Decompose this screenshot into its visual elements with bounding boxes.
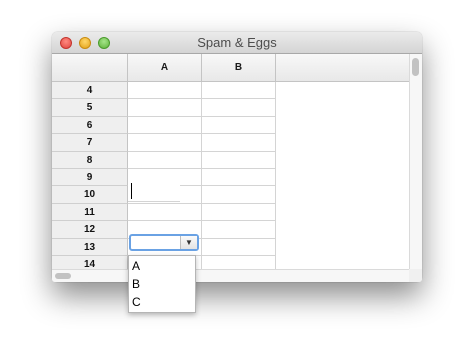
popup-option-b[interactable]: B (129, 275, 195, 293)
title-bar[interactable]: Spam & Eggs (52, 32, 422, 54)
horizontal-scroll-thumb[interactable] (55, 273, 71, 279)
row-header-13[interactable]: 13 (52, 238, 128, 256)
cell-b10[interactable] (202, 186, 276, 204)
combo-popup-list: A B C (128, 255, 196, 313)
cell-a7[interactable] (128, 134, 202, 152)
popup-option-c[interactable]: C (129, 293, 195, 311)
text-caret (131, 183, 132, 199)
window-title: Spam & Eggs (197, 35, 277, 50)
row-header-9[interactable]: 9 (52, 169, 128, 187)
vertical-scrollbar[interactable] (409, 54, 422, 269)
cell-b12[interactable] (202, 221, 276, 239)
cell-b8[interactable] (202, 151, 276, 169)
cell-combo-box[interactable]: ▼ (129, 234, 199, 251)
cell-b13[interactable] (202, 238, 276, 256)
cell-a8[interactable] (128, 151, 202, 169)
cell-a5[interactable] (128, 99, 202, 117)
popup-option-a[interactable]: A (129, 257, 195, 275)
row-header-8[interactable]: 8 (52, 151, 128, 169)
app-window: Spam & Eggs A B 4 5 6 7 8 9 10 11 12 13 … (52, 32, 422, 282)
row-header-7[interactable]: 7 (52, 134, 128, 152)
column-header-a[interactable]: A (128, 54, 202, 82)
chevron-down-icon[interactable]: ▼ (180, 236, 197, 249)
cell-text-editor[interactable] (128, 182, 180, 202)
cell-b9[interactable] (202, 169, 276, 187)
row-header-11[interactable]: 11 (52, 203, 128, 222)
resize-corner (409, 269, 422, 282)
column-header-b[interactable]: B (202, 54, 276, 82)
cell-b7[interactable] (202, 134, 276, 152)
row-header-10[interactable]: 10 (52, 186, 128, 204)
cell-a6[interactable] (128, 116, 202, 135)
cell-a4[interactable] (128, 82, 202, 100)
cell-b11[interactable] (202, 203, 276, 222)
cell-b4[interactable] (202, 82, 276, 100)
row-header-6[interactable]: 6 (52, 116, 128, 135)
horizontal-scrollbar[interactable] (52, 269, 409, 282)
grid-empty-area (276, 82, 409, 269)
row-header-4[interactable]: 4 (52, 82, 128, 100)
column-header-filler (276, 54, 409, 82)
corner-header[interactable] (52, 54, 128, 82)
row-header-5[interactable]: 5 (52, 99, 128, 117)
cell-b6[interactable] (202, 116, 276, 135)
cell-b5[interactable] (202, 99, 276, 117)
vertical-scroll-thumb[interactable] (412, 58, 419, 76)
row-header-12[interactable]: 12 (52, 221, 128, 239)
cell-a11[interactable] (128, 203, 202, 222)
